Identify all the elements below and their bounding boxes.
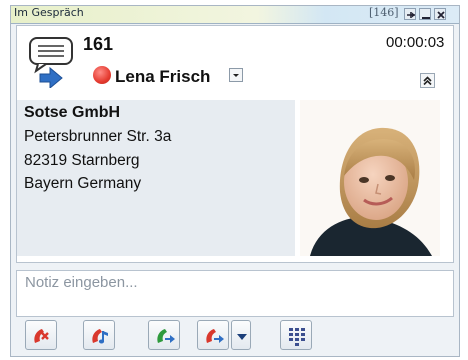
transfer-button[interactable] xyxy=(148,320,180,350)
collapse-button[interactable] xyxy=(420,73,435,88)
presence-status-icon xyxy=(93,66,111,84)
chevron-down-icon xyxy=(237,334,247,340)
window-counter: [146] xyxy=(369,6,399,19)
close-icon xyxy=(437,11,445,19)
caller-number: 161 xyxy=(83,34,114,54)
contact-photo-image xyxy=(300,100,440,256)
forward-call-icon xyxy=(206,329,224,343)
window-title: Im Gespräch xyxy=(14,6,84,19)
close-button[interactable] xyxy=(434,8,446,20)
contact-photo xyxy=(300,100,440,256)
forward-options-button[interactable] xyxy=(231,320,251,350)
note-placeholder: Notiz eingeben... xyxy=(25,274,138,291)
hold-button[interactable] xyxy=(83,320,115,350)
minimize-icon xyxy=(422,17,430,19)
contact-dropdown-button[interactable] xyxy=(229,68,243,82)
contact-city: 82319 Starnberg xyxy=(24,152,140,169)
contact-name[interactable]: Lena Frisch xyxy=(115,67,210,87)
contact-company: Sotse GmbH xyxy=(24,104,121,121)
pin-icon xyxy=(407,12,415,18)
forward-button[interactable] xyxy=(197,320,229,350)
call-direction-icon xyxy=(29,37,73,88)
hangup-icon xyxy=(34,329,49,343)
transfer-call-icon xyxy=(157,329,175,343)
call-duration: 00:00:03 xyxy=(386,34,445,51)
contact-street: Petersbrunner Str. 3a xyxy=(24,128,172,145)
hold-music-icon xyxy=(92,329,108,344)
hangup-button[interactable] xyxy=(25,320,57,350)
dialpad-icon xyxy=(289,328,305,346)
minimize-button[interactable] xyxy=(419,8,431,20)
dialpad-button[interactable] xyxy=(280,320,312,350)
contact-region: Bayern Germany xyxy=(24,175,142,192)
chevron-down-icon xyxy=(233,74,239,77)
pin-button[interactable] xyxy=(404,8,416,20)
double-chevron-up-icon xyxy=(423,76,432,86)
